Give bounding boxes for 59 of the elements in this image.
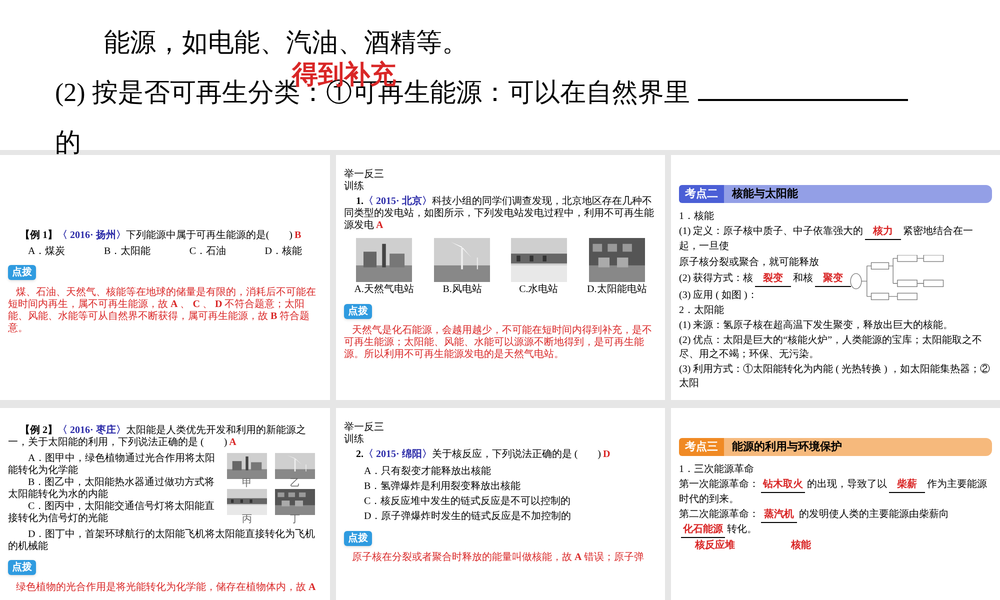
line-text: (2) 获得方式：核 裂变 和核 聚变 [679,272,849,286]
line-text: (1) 来源：氢原子核在超高温下发生聚变，释放出巨大的核能。 [679,319,954,333]
image-caption: B.风电站 [442,284,482,295]
topic-title: 能源的利用与环境保护 [724,438,992,456]
hint-badge: 点拨 [8,265,36,280]
topic-badge: 考点三 [679,438,724,456]
line-text: (3) 利用方式：①太阳能转化为内能 ( 光热转换 ) ，如太阳能集热器；②太阳 [679,363,991,391]
topic-badge: 考点二 [679,185,724,203]
image-caption: D.太阳能电站 [587,284,647,295]
option-text: C．核反应堆中发生的链式反应是不可以控制的 [364,496,572,508]
option-text: A．煤炭 [28,246,66,258]
slide-thumbnail[interactable]: 考点三 能源的利用与环境保护 1．三次能源革命 第一次能源革命： 钻木取火 的出现，导致了以 柴薪 作为主要能源时代的到来。 第二次能源革命： 蒸汽机 的发明使人类的主要能源由柴薪向 化石能源 转化。 核反应堆 核能 [671,408,1000,600]
slide-thumbnail[interactable]: 举一反三训练 2.〈 2015· 绵阳〉关于核反应，下列说法正确的是 ( ) D A．只有裂变才能释放出核能 B．氢弹爆炸是利用裂变释放出核能 C．核反应堆中发生的链式反应是不可以控制的 D．原子弹爆炸时发生的链式反应是不加控制的 点拨 原子核在分裂或者聚合时释放的能量叫做核能，故 A 错误；原子弹 [336,408,665,600]
option-text: D．原子弹爆炸时发生的链式反应是不加控制的 [364,511,572,523]
line-text: (3) 应用 ( 如图 )： [679,288,758,302]
option-text: A．只有裂变才能释放出核能 [364,466,492,478]
hint-badge: 点拨 [344,531,372,546]
line-text: 1．三次能源革命 [679,463,755,477]
option-text: C．图丙中，太阳能交通信号灯将太阳能直接转化为信号灯的光能 [8,500,216,524]
explanation-text: 原子核在分裂或者聚合时释放的能量叫做核能，故 A 错误；原子弹 [351,552,646,564]
image-caption: 甲 [242,478,252,488]
option-text: B．氢弹爆炸是利用裂变释放出核能 [364,481,522,493]
section-label: 举一反三训练 [344,169,385,193]
image-caption: 丁 [290,514,300,524]
explanation-text: 绿色植物的光合作用是将光能转化为化学能，储存在植物体内，故 A [15,582,317,594]
explanation-text: 天然气是化石能源，会越用越少，不可能在短时间内得到补充，是不可再生能源；太阳能、风能、水能可以源源不断地得到，是可再生能源。所以利用不可再生能源发电的是天然气电站。 [344,325,653,361]
section-label: 举一反三训练 [344,422,385,446]
option-text: B．太阳能 [104,246,151,258]
line-text: 第一次能源革命： 钻木取火 的出现，导致了以 柴薪 作为主要能源时代的到来。 [679,478,988,507]
line-text: 的 [55,128,81,157]
option-text: D．图丁中，首架环球航行的太阳能飞机将太阳能直接转化为飞机的机械能 [8,528,316,552]
line-text: 原子核分裂或聚合，就可能释放 [679,256,820,270]
line-text: 能源，如电能、汽油、酒精等。 [104,28,468,57]
slide-thumbnail[interactable]: 举一反三训练 1.〈 2015· 北京〉科技小组的同学们调查发现，北京地区存在几种不同类型的发电站，如图所示，下列发电站发电过程中，利用不可再生能源发电 A A.天然气电站 B.风电站 C.水电站 D.太阳能电站 点拨 天然气是化石能源，会越用越少，不可能在短时间内得到补充，是不可再生能源；太阳能、风能、水能可以源源不断地得到，是可再生能源。所以利用不可再生能源发电的是天然气电站。 [336,155,665,400]
slide-thumbnail[interactable] [671,155,1000,400]
question-text: 【例 2】〈 2016· 枣庄〉太阳能是人类优先开发和利用的新能源之一，关于太阳能的利用，下列说法正确的是 ( ) A [8,424,307,448]
image-caption: 丙 [242,514,252,524]
line-text: 2．太阳能 [679,304,725,318]
question-text: 【例 1】〈 2016· 扬州〉下列能源中属于可再生能源的是( ) B [19,230,302,242]
question-text: 1.〈 2015· 北京〉科技小组的同学们调查发现，北京地区存在几种不同类型的发电站，如图所示，下列发电站发电过程中，利用不可再生能源发电 A [344,196,655,232]
explanation-text: 煤、石油、天然气、核能等在地球的储量是有限的，消耗后不可能在短时间内再生，属不可再生能源，故 A 、 C 、 D 不符合题意；太阳能、风能、水能等可从自然界不断获得，属可再生能源，故 B 符合题意。 [8,287,317,335]
image-caption: A.天然气电站 [354,284,414,295]
image-caption: C.水电站 [519,284,558,295]
option-text: C．石油 [189,246,226,258]
hint-badge: 点拨 [344,304,372,319]
line-text: 核反应堆 核能 [694,539,812,553]
option-text: B．图乙中，太阳能热水器通过做功方式将太阳能转化为水的内能 [8,476,216,500]
line-text: (1) 定义：原子核中质子、中子依靠强大的 核力 紧密地结合在一起，一旦使 [679,225,974,254]
line-text: 1．核能 [679,210,715,224]
line-text: 第二次能源革命： 蒸汽机 的发明使人类的主要能源由柴薪向 化石能源 转化。 [679,508,992,538]
question-text: 2.〈 2015· 绵阳〉关于核反应，下列说法正确的是 ( ) D [355,449,612,461]
line-text: (2) 优点：太阳是巨大的“核能火炉”，人类能源的宝库；太阳能取之不尽、用之不竭；环保、无污染。 [679,334,984,362]
image-caption: 乙 [290,478,300,488]
option-text: D．核能 [264,246,302,258]
hint-badge: 点拨 [8,560,36,574]
option-text: A．图甲中，绿色植物通过光合作用将太阳能转化为化学能 [8,452,216,476]
topic-title: 核能与太阳能 [724,185,992,203]
slide-thumbnail[interactable]: 【例 1】〈 2016· 扬州〉下列能源中属于可再生能源的是( ) B A．煤炭 B．太阳能 C．石油 D．核能 点拨 煤、石油、天然气、核能等在地球的储量是有限的，消耗后不可能在短时间内再生，属不可再生能源，故 A 、 C 、 D 不符合题意；太阳能、风能、水能等可从自然界不断获得，属可再生能源，故 B 符合题意。 [0,155,330,400]
slide-thumbnail[interactable] [0,408,330,600]
